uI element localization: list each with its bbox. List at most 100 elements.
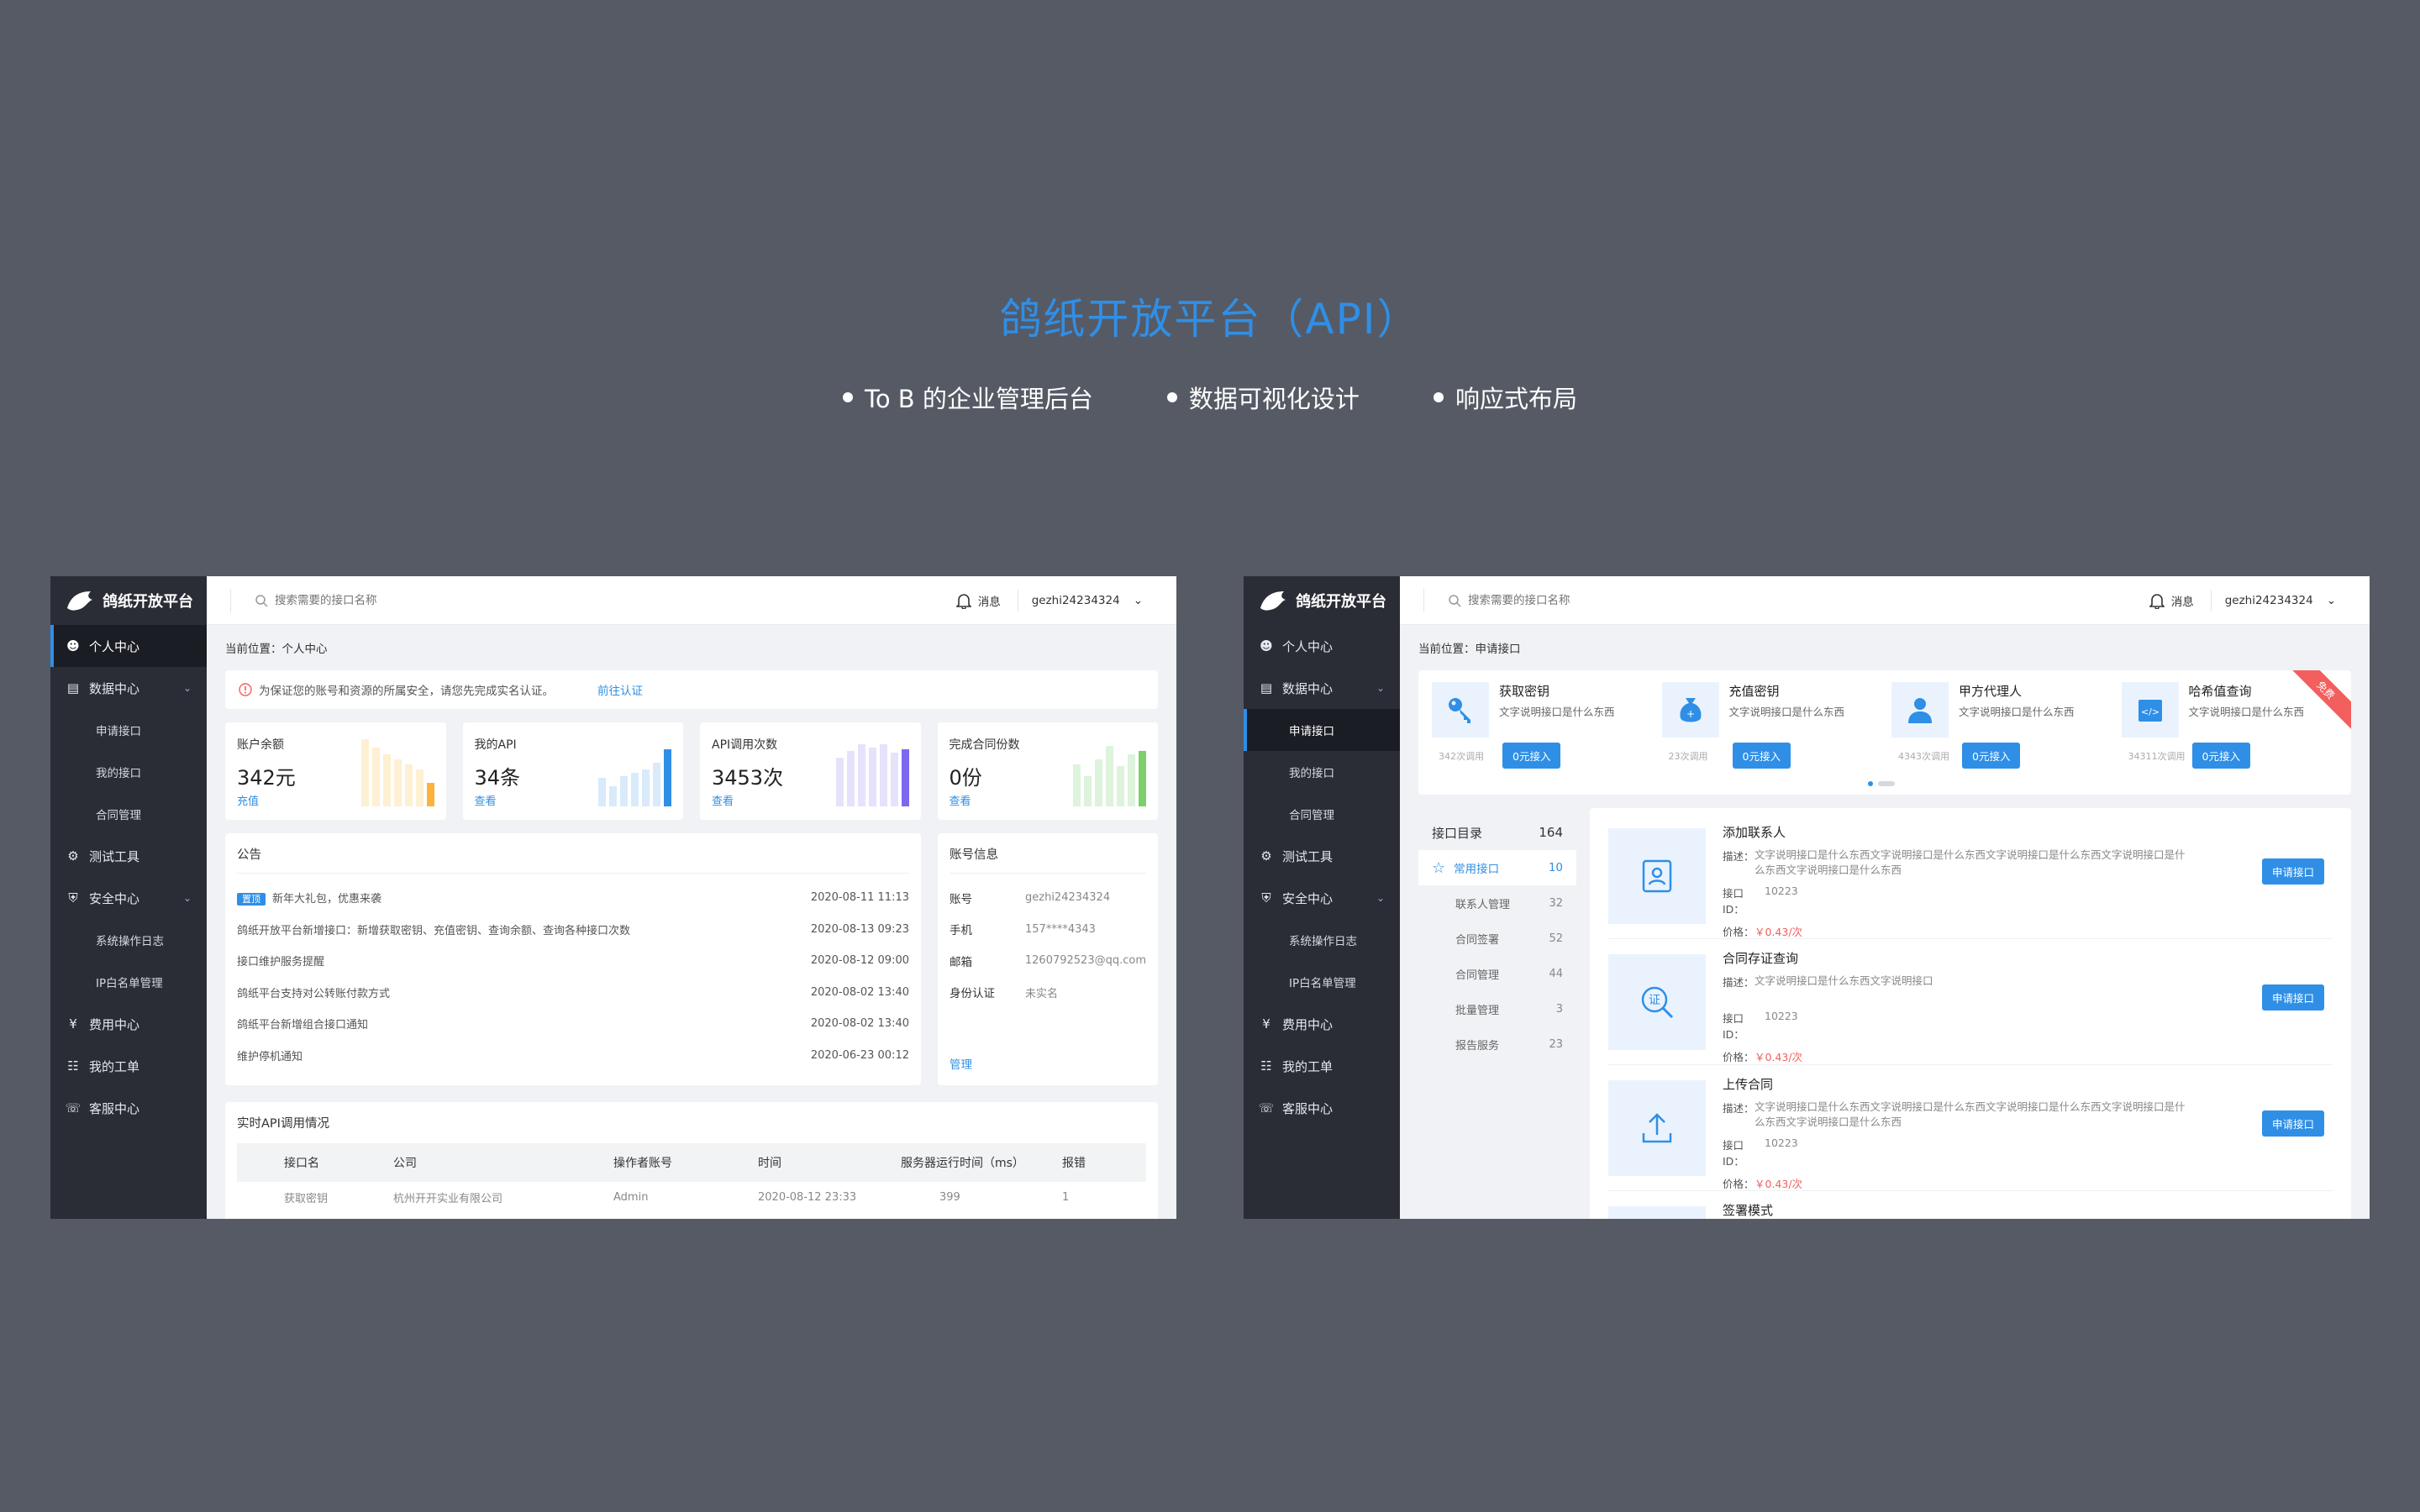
feature-item: 数据可视化设计 <box>1166 380 1360 415</box>
svg-text:</>: </> <box>2140 706 2159 717</box>
nav-item-service[interactable]: ☏ 客服中心 <box>50 1087 207 1129</box>
nav-item-fee[interactable]: ¥ 费用中心 <box>50 1003 207 1045</box>
nav-item-fee[interactable]: ¥ 费用中心 <box>1244 1003 1400 1045</box>
account-key: 身份认证 <box>950 987 995 1001</box>
search-input[interactable] <box>275 593 527 607</box>
search-input[interactable] <box>1468 593 1720 607</box>
desc-key: 描述： <box>1723 976 1754 989</box>
list-item[interactable]: 鸽纸开放平台新增接口：新增获取密钥、充值密钥、查询余额、查询各种接口次数 2020… <box>237 914 909 946</box>
free-access-button[interactable]: 0元接入 <box>2191 743 2250 769</box>
nav-item-security[interactable]: ⛨ 安全中心 ⌄ <box>1244 877 1400 919</box>
chevron-down-icon[interactable]: ⌄ <box>1134 594 1143 607</box>
view-link[interactable]: 查看 <box>712 792 734 808</box>
list-item[interactable]: 鸽纸平台支持对公转账付款方式 2020-08-02 13:40 <box>237 977 909 1009</box>
nav-item-data[interactable]: ▤ 数据中心 ⌄ <box>50 667 207 709</box>
nav-item-ticket[interactable]: ☷ 我的工单 <box>1244 1045 1400 1087</box>
price-key: 价格： <box>1723 1178 1754 1191</box>
catalog-item[interactable]: 报告服务 23 <box>1418 1026 1576 1062</box>
nav-item-log[interactable]: 系统操作日志 <box>1244 919 1400 961</box>
nav-item-log[interactable]: 系统操作日志 <box>50 919 207 961</box>
nav-item-ip[interactable]: IP白名单管理 <box>1244 961 1400 1003</box>
feature-item: 响应式布局 <box>1433 380 1577 415</box>
nav-label: 系统操作日志 <box>96 935 164 948</box>
quick-api-desc: 文字说明接口是什么东西 <box>1959 706 2075 718</box>
nav-item-personal[interactable]: ☻ 个人中心 <box>50 625 207 667</box>
nav-item-data[interactable]: ▤ 数据中心 ⌄ <box>1244 667 1400 709</box>
catalog-item[interactable]: 合同签署 52 <box>1418 921 1576 956</box>
nav-item-ticket[interactable]: ☷ 我的工单 <box>50 1045 207 1087</box>
list-item[interactable]: 置顶 新年大礼包，优惠来袭 2020-08-11 11:13 <box>237 882 909 914</box>
user-icon: ☻ <box>66 638 80 654</box>
feature-label: 数据可视化设计 <box>1188 385 1360 413</box>
spark-bar <box>901 749 909 806</box>
nav-item-apply[interactable]: 申请接口 <box>1244 709 1400 751</box>
view-link[interactable]: 查看 <box>950 792 971 808</box>
messages-button[interactable]: 消息 <box>955 589 1018 612</box>
catalog-title: 接口目录 <box>1432 825 1483 841</box>
user-menu[interactable]: gezhi24234324 <box>2225 594 2313 607</box>
table-row[interactable]: 获取密钥 杭州开开实业有限公司 Admin 2020-08-12 23:33 3… <box>237 1182 1146 1212</box>
quick-api-card[interactable]: </> 哈希值查询 文字说明接口是什么东西 34311次调用 0元接入 <box>2115 679 2345 786</box>
apply-api-button[interactable]: 申请接口 <box>2261 858 2324 885</box>
catalog-item[interactable]: 合同管理 44 <box>1418 956 1576 991</box>
logo[interactable]: 鸽纸开放平台 <box>1244 576 1400 625</box>
nav-item-ip[interactable]: IP白名单管理 <box>50 961 207 1003</box>
nav-item-service[interactable]: ☏ 客服中心 <box>1244 1087 1400 1129</box>
logo[interactable]: 鸽纸开放平台 <box>50 576 207 625</box>
search-box[interactable] <box>1423 588 1894 612</box>
nav-item-contract[interactable]: 合同管理 <box>50 793 207 835</box>
list-item[interactable]: 维护停机通知 2020-06-23 00:12 <box>237 1040 909 1072</box>
messages-button[interactable]: 消息 <box>2149 589 2212 612</box>
user-menu[interactable]: gezhi24234324 <box>1032 594 1120 607</box>
id-key: 接口ID： <box>1723 1139 1744 1168</box>
free-access-button[interactable]: 0元接入 <box>1732 743 1791 769</box>
catalog-item[interactable]: 联系人管理 32 <box>1418 885 1576 921</box>
quick-api-card[interactable]: 获取密钥 文字说明接口是什么东西 342次调用 0元接入 <box>1425 679 1655 786</box>
nav-item-security[interactable]: ⛨ 安全中心 ⌄ <box>50 877 207 919</box>
free-access-button[interactable]: 0元接入 <box>1502 743 1561 769</box>
verify-link[interactable]: 前往认证 <box>597 681 643 698</box>
api-desc-line: 描述： 文字说明接口是什么东西文字说明接口 <box>1723 974 2191 990</box>
catalog-item-label: 批量管理 <box>1455 1004 1500 1017</box>
catalog-count: 52 <box>1549 932 1563 945</box>
quick-api-title: 哈希值查询 <box>2188 684 2252 699</box>
catalog-item[interactable]: 批量管理 3 <box>1418 991 1576 1026</box>
apply-api-button[interactable]: 申请接口 <box>2261 1110 2324 1137</box>
pinned-badge: 置顶 <box>237 893 266 906</box>
quick-api-card[interactable]: 甲方代理人 文字说明接口是什么东西 4343次调用 0元接入 <box>1885 679 2115 786</box>
spark-bar <box>1095 759 1102 806</box>
api-price-line: 价格： ￥0.43/次 <box>1723 1048 2191 1064</box>
nav-item-contract[interactable]: 合同管理 <box>1244 793 1400 835</box>
tool-icon: ⚙ <box>1260 848 1272 864</box>
nav-item-mine[interactable]: 我的接口 <box>50 751 207 793</box>
nav-item-apply[interactable]: 申请接口 <box>50 709 207 751</box>
nav-menu: ☻ 个人中心 ▤ 数据中心 ⌄ 申请接口 我的接口 合同管理 ⚙ 测试工具 ⛨ 安全中心 ⌄… <box>50 625 207 1129</box>
nav-item-test[interactable]: ⚙ 测试工具 <box>50 835 207 877</box>
nav-item-mine[interactable]: 我的接口 <box>1244 751 1400 793</box>
feature-label: 响应式布局 <box>1455 385 1577 413</box>
column-header: 公司 <box>393 1157 417 1170</box>
catalog-item-common[interactable]: ☆ 常用接口 10 <box>1418 850 1576 885</box>
free-access-button[interactable]: 0元接入 <box>1962 743 2021 769</box>
list-item[interactable]: 接口维护服务提醒 2020-08-12 09:00 <box>237 945 909 977</box>
search-box[interactable] <box>230 588 701 612</box>
recharge-link[interactable]: 充值 <box>237 792 259 808</box>
view-link[interactable]: 查看 <box>475 792 497 808</box>
chevron-down-icon[interactable]: ⌄ <box>2327 594 2336 607</box>
account-value: 157****4343 <box>1025 922 1096 936</box>
screen-apply-api: 鸽纸开放平台 ☻ 个人中心 ▤ 数据中心 ⌄ 申请接口 我的接口 合同管理 ⚙ 测试工具… <box>1244 576 2370 1219</box>
spark-bar <box>415 769 424 806</box>
list-item[interactable]: 鸽纸平台新增组合接口通知 2020-08-02 13:40 <box>237 1008 909 1040</box>
notice-text: 为保证您的账号和资源的所属安全，请您先完成实名认证。 <box>259 685 554 698</box>
quick-api-carousel: 获取密钥 文字说明接口是什么东西 342次调用 0元接入 + 充值密钥 文字说明接口… <box>1418 670 2351 795</box>
manage-link[interactable]: 管理 <box>950 1055 972 1072</box>
apply-api-button[interactable]: 申请接口 <box>2261 984 2324 1011</box>
carousel-dot[interactable] <box>1878 781 1895 786</box>
carousel-dot[interactable] <box>1868 781 1873 786</box>
carousel-dots[interactable] <box>1868 781 1895 786</box>
pigeon-logo-icon <box>67 591 92 611</box>
nav-item-test[interactable]: ⚙ 测试工具 <box>1244 835 1400 877</box>
top-right: 消息 gezhi24234324 ⌄ <box>955 589 1176 612</box>
quick-api-card[interactable]: + 充值密钥 文字说明接口是什么东西 23次调用 0元接入 <box>1655 679 1886 786</box>
nav-item-personal[interactable]: ☻ 个人中心 <box>1244 625 1400 667</box>
